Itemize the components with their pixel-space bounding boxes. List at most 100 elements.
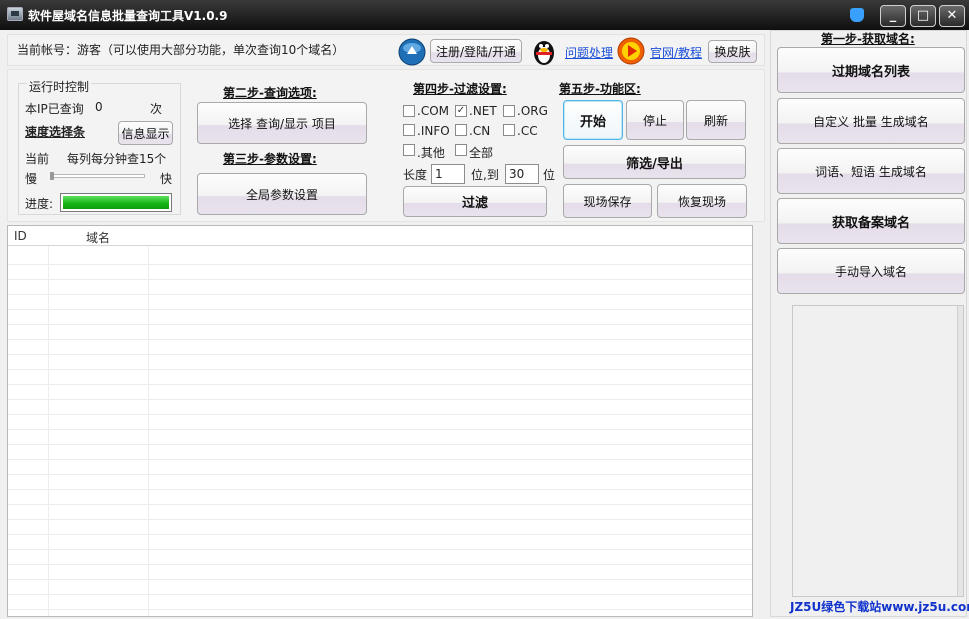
- check-com[interactable]: [403, 105, 415, 117]
- step2-title: 第二步-查询选项:: [223, 86, 317, 100]
- icp-domains-button[interactable]: 获取备案域名: [777, 198, 965, 244]
- watermark: JZ5U绿色下载站www.jz5u.com: [790, 600, 969, 614]
- table-row: [8, 579, 752, 580]
- table-row: [8, 414, 752, 415]
- official-site-link[interactable]: 官网/教程: [650, 44, 702, 61]
- length-label: 长度: [403, 168, 428, 182]
- manual-import-button[interactable]: 手动导入域名: [777, 248, 965, 294]
- check-net[interactable]: ✓: [455, 105, 467, 117]
- progress-label: 进度:: [25, 197, 54, 211]
- progress-bar: [60, 193, 172, 212]
- restore-scene-button[interactable]: 恢复现场: [657, 184, 747, 218]
- login-globe-icon[interactable]: [397, 37, 427, 67]
- length-to-label: 位,到: [471, 168, 499, 182]
- side-text-area[interactable]: [792, 305, 964, 597]
- check-all-label: 全部: [469, 146, 494, 160]
- speed-selector-label: 速度选择条: [25, 125, 86, 139]
- filter-export-button[interactable]: 筛选/导出: [563, 145, 746, 179]
- check-other[interactable]: [403, 144, 415, 156]
- minimize-button[interactable]: _: [880, 5, 906, 27]
- check-info[interactable]: [403, 124, 415, 136]
- custom-batch-generate-button[interactable]: 自定义 批量 生成域名: [777, 98, 965, 144]
- close-button[interactable]: ✕: [939, 5, 965, 27]
- check-cn[interactable]: [455, 124, 467, 136]
- check-org-label: .ORG: [517, 104, 548, 118]
- table-row: [8, 399, 752, 400]
- column-id[interactable]: ID: [14, 229, 27, 243]
- step1-title: 第一步-获取域名:: [821, 32, 915, 46]
- table-row: [8, 564, 752, 565]
- speed-text: 每列每分钟查15个: [67, 152, 167, 166]
- table-row: [8, 474, 752, 475]
- start-button[interactable]: 开始: [563, 100, 623, 140]
- check-cc[interactable]: [503, 124, 515, 136]
- table-row: [8, 354, 752, 355]
- column-domain[interactable]: 域名: [86, 229, 110, 246]
- length-unit-label: 位: [543, 168, 556, 182]
- change-skin-button[interactable]: 换皮肤: [708, 40, 757, 63]
- global-params-button[interactable]: 全局参数设置: [197, 173, 367, 215]
- check-info-label: .INFO: [417, 124, 450, 138]
- ip-query-count: 0: [95, 100, 103, 114]
- check-com-label: .COM: [417, 104, 449, 118]
- length-from-input[interactable]: 1: [431, 164, 465, 184]
- qq-penguin-icon[interactable]: [530, 36, 558, 66]
- table-row: [8, 444, 752, 445]
- step3-title: 第三步-参数设置:: [223, 152, 317, 166]
- table-row: [8, 324, 752, 325]
- step5-title: 第五步-功能区:: [559, 82, 641, 96]
- check-all[interactable]: [455, 144, 467, 156]
- table-row: [8, 459, 752, 460]
- maximize-button[interactable]: □: [910, 5, 936, 27]
- window-title: 软件屋域名信息批量查询工具V1.0.9: [28, 9, 228, 23]
- table-row: [8, 264, 752, 265]
- ip-query-unit: 次: [150, 102, 163, 116]
- refresh-button[interactable]: 刷新: [686, 100, 746, 140]
- domain-table[interactable]: ID 域名: [7, 225, 753, 617]
- table-row: [8, 294, 752, 295]
- table-row: [8, 549, 752, 550]
- table-row: [8, 339, 752, 340]
- table-row: [8, 504, 752, 505]
- check-other-label: .其他: [417, 146, 445, 160]
- app-icon: [7, 7, 23, 21]
- fast-label: 快: [160, 172, 173, 186]
- info-display-button[interactable]: 信息显示: [118, 121, 173, 145]
- register-login-button[interactable]: 注册/登陆/开通: [430, 39, 522, 63]
- column-divider: [148, 246, 149, 616]
- speed-slider[interactable]: [50, 172, 145, 180]
- check-net-label: .NET: [469, 104, 497, 118]
- table-row: [8, 279, 752, 280]
- table-row: [8, 489, 752, 490]
- select-query-items-button[interactable]: 选择 查询/显示 项目: [197, 102, 367, 144]
- title-bar: 软件屋域名信息批量查询工具V1.0.9 _ □ ✕: [0, 0, 969, 30]
- current-label: 当前: [25, 152, 50, 166]
- speed-slider-handle[interactable]: [50, 172, 54, 180]
- play-icon[interactable]: [617, 37, 645, 65]
- skin-shirt-icon[interactable]: [850, 8, 864, 22]
- runtime-title: 运行时控制: [27, 78, 92, 95]
- column-divider: [48, 246, 49, 616]
- check-cc-label: .CC: [517, 124, 538, 138]
- help-link[interactable]: 问题处理: [565, 44, 613, 61]
- ip-query-label: 本IP已查询: [25, 102, 84, 116]
- save-scene-button[interactable]: 现场保存: [563, 184, 652, 218]
- table-row: [8, 384, 752, 385]
- filter-button[interactable]: 过滤: [403, 186, 547, 217]
- table-row: [8, 369, 752, 370]
- words-generate-button[interactable]: 词语、短语 生成域名: [777, 148, 965, 194]
- table-row: [8, 309, 752, 310]
- progress-fill: [63, 196, 169, 209]
- table-row: [8, 594, 752, 595]
- table-header: ID 域名: [8, 226, 752, 246]
- expired-domains-button[interactable]: 过期域名列表: [777, 47, 965, 93]
- stop-button[interactable]: 停止: [626, 100, 684, 140]
- check-org[interactable]: [503, 105, 515, 117]
- table-row: [8, 609, 752, 610]
- step4-title: 第四步-过滤设置:: [413, 82, 507, 96]
- side-scrollbar[interactable]: [957, 306, 963, 596]
- table-row: [8, 429, 752, 430]
- account-status: 当前帐号：游客（可以使用大部分功能，单次查询10个域名）: [17, 43, 345, 57]
- table-row: [8, 534, 752, 535]
- length-to-input[interactable]: 30: [505, 164, 539, 184]
